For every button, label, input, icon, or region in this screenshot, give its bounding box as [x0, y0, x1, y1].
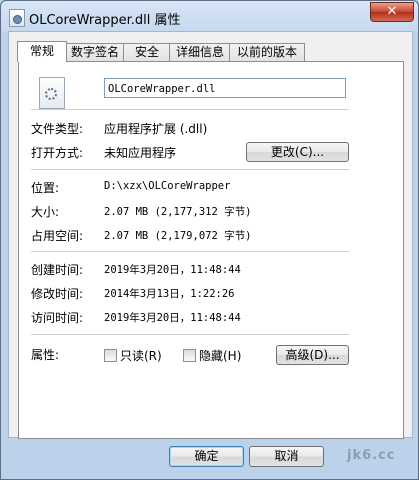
created-value: 2019年3月20日，11:48:44: [104, 264, 241, 276]
separator: [31, 109, 349, 110]
general-panel: OLCoreWrapper.dll 文件类型: 应用程序扩展 (.dll) 打开…: [18, 61, 404, 439]
file-type-value: 应用程序扩展 (.dll): [104, 122, 208, 136]
size-value: 2.07 MB (2,177,312 字节): [104, 206, 252, 218]
change-button[interactable]: 更改(C)...: [246, 142, 349, 162]
hidden-label: 隐藏(H): [199, 349, 242, 363]
attributes-label: 属性:: [31, 348, 60, 362]
properties-window: OLCoreWrapper.dll 属性 ✕ 常规 数字签名 安全 详细信息 以…: [0, 0, 419, 480]
dialog-body: 常规 数字签名 安全 详细信息 以前的版本 OLCoreWrapper.dll …: [8, 31, 413, 439]
dll-file-icon: [39, 77, 65, 109]
ok-button[interactable]: 确定: [169, 446, 244, 467]
dll-file-icon: [9, 9, 25, 27]
location-label: 位置:: [31, 181, 60, 195]
tab-details[interactable]: 详细信息: [169, 43, 231, 61]
close-button[interactable]: ✕: [370, 2, 414, 22]
created-label: 创建时间:: [31, 263, 84, 277]
hidden-checkbox[interactable]: 隐藏(H): [183, 347, 241, 364]
accessed-value: 2019年3月20日，11:48:44: [104, 312, 241, 324]
file-name-field[interactable]: OLCoreWrapper.dll: [104, 78, 346, 98]
separator: [31, 169, 349, 170]
title-bar[interactable]: OLCoreWrapper.dll 属性 ✕: [1, 1, 418, 31]
size-on-disk-value: 2.07 MB (2,179,072 字节): [104, 230, 252, 242]
separator: [31, 334, 349, 335]
advanced-button[interactable]: 高级(D)...: [276, 345, 349, 365]
checkbox-box[interactable]: [104, 349, 117, 362]
size-label: 大小:: [31, 205, 60, 219]
tab-digital-signatures[interactable]: 数字签名: [65, 43, 125, 61]
modified-label: 修改时间:: [31, 287, 84, 301]
window-title: OLCoreWrapper.dll 属性: [29, 13, 181, 28]
tab-general[interactable]: 常规: [17, 41, 67, 62]
readonly-label: 只读(R): [120, 349, 162, 363]
gear-icon: [45, 88, 57, 100]
cancel-button[interactable]: 取消: [249, 446, 324, 467]
opens-with-value: 未知应用程序: [104, 146, 177, 160]
opens-with-label: 打开方式:: [31, 146, 84, 160]
readonly-checkbox[interactable]: 只读(R): [104, 347, 162, 364]
separator: [31, 251, 349, 252]
location-value: D:\xzx\OLCoreWrapper: [104, 180, 231, 192]
tab-security[interactable]: 安全: [123, 43, 171, 61]
file-type-label: 文件类型:: [31, 122, 84, 136]
checkbox-box[interactable]: [183, 349, 196, 362]
accessed-label: 访问时间:: [31, 311, 84, 325]
modified-value: 2014年3月13日，1:22:26: [104, 288, 235, 300]
tab-previous-versions[interactable]: 以前的版本: [229, 43, 305, 61]
size-on-disk-label: 占用空间:: [31, 229, 84, 243]
watermark-logo: jk6.cc: [347, 448, 396, 463]
